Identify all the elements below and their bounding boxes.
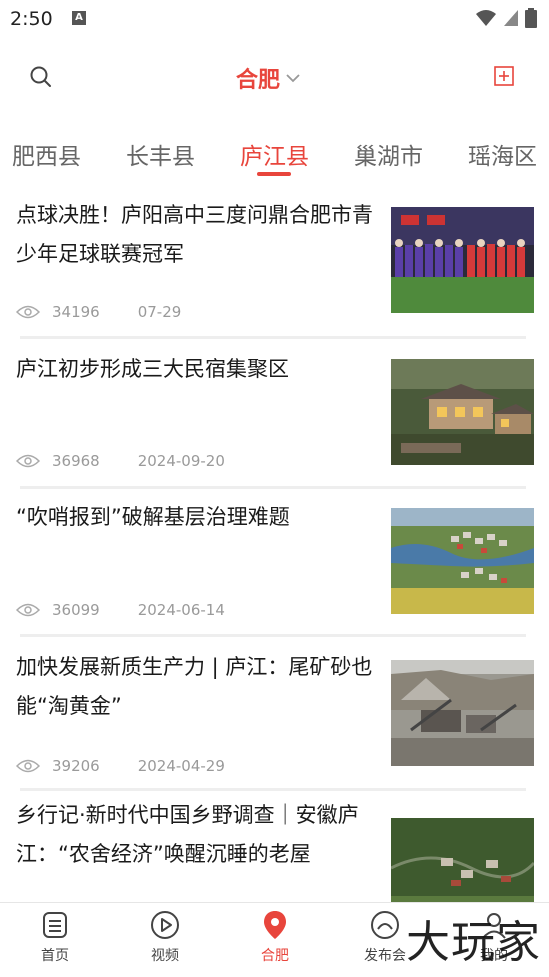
status-time: 2:50 [10,8,53,30]
nav-label: 首页 [41,948,69,964]
eye-icon [16,759,40,773]
divider [20,788,526,791]
tab-changfeng[interactable]: 长丰县 [126,137,195,171]
view-count: 34196 [52,303,100,321]
battery-icon [525,8,537,28]
city-label: 合肥 [236,68,281,93]
homestay-buildings-photo [391,359,534,465]
signal-icon [504,10,518,26]
news-meta: 39206 2024-04-29 [16,757,225,775]
status-bar: 2:50 A [0,0,549,38]
tab-chaohu[interactable]: 巢湖市 [354,137,423,171]
eye-icon [16,454,40,468]
publish-date: 2024-04-29 [137,757,225,775]
news-title: 乡行记·新时代中国乡野调查｜安徽庐江：“农舍经济”唤醒沉睡的老屋 [16,803,359,866]
news-meta: 34196 07-29 [16,303,181,321]
divider [20,336,526,339]
news-title: 庐江初步形成三大民宿集聚区 [16,357,289,381]
publish-date: 2024-09-20 [137,452,225,470]
news-meta: 36099 2024-06-14 [16,601,225,619]
publish-date: 07-29 [137,303,182,321]
news-title: 加快发展新质生产力 | 庐江：尾矿砂也能“淘黄金” [16,655,373,718]
location-pin-icon [264,911,286,939]
active-tab-indicator [257,172,291,176]
news-title: 点球决胜！庐阳高中三度问鼎合肥市青少年足球联赛冠军 [16,203,373,266]
nav-label: 视频 [151,948,179,964]
divider [20,486,526,489]
app-header: 合肥 [0,52,549,104]
football-team-photo [391,207,534,313]
nav-label: 合肥 [261,948,289,964]
eye-icon [16,603,40,617]
quarry-machinery-photo [391,660,534,766]
nav-home[interactable]: 首页 [0,909,110,965]
divider [20,634,526,637]
publish-date: 2024-06-14 [137,601,225,619]
tab-lujiang[interactable]: 庐江县 [240,137,309,171]
wifi-icon [476,10,496,26]
view-count: 36099 [52,601,100,619]
view-count: 36968 [52,452,100,470]
news-meta: 36968 2024-09-20 [16,452,225,470]
village-aerial-photo [391,508,534,614]
tab-feixi[interactable]: 肥西县 [12,137,81,171]
add-channel-icon[interactable] [493,65,515,87]
view-count: 39206 [52,757,100,775]
chevron-down-icon [286,74,300,83]
tab-yaohai[interactable]: 瑶海区 [468,137,537,171]
nav-video[interactable]: 视频 [110,909,220,965]
region-tabs: 肥西县 长丰县 庐江县 巢湖市 瑶海区 [0,128,549,180]
status-indicators [475,8,537,28]
city-selector[interactable]: 合肥 [236,62,302,94]
notification-icon: A [72,11,86,25]
news-title: “吹哨报到”破解基层治理难题 [16,505,290,529]
search-icon[interactable] [28,64,54,90]
eye-icon [16,305,40,319]
press-conference-icon [371,911,399,939]
home-doc-icon [43,912,67,938]
play-circle-icon [151,911,179,939]
nav-hefei[interactable]: 合肥 [220,909,330,965]
watermark-logo: 大玩家 [406,917,541,968]
